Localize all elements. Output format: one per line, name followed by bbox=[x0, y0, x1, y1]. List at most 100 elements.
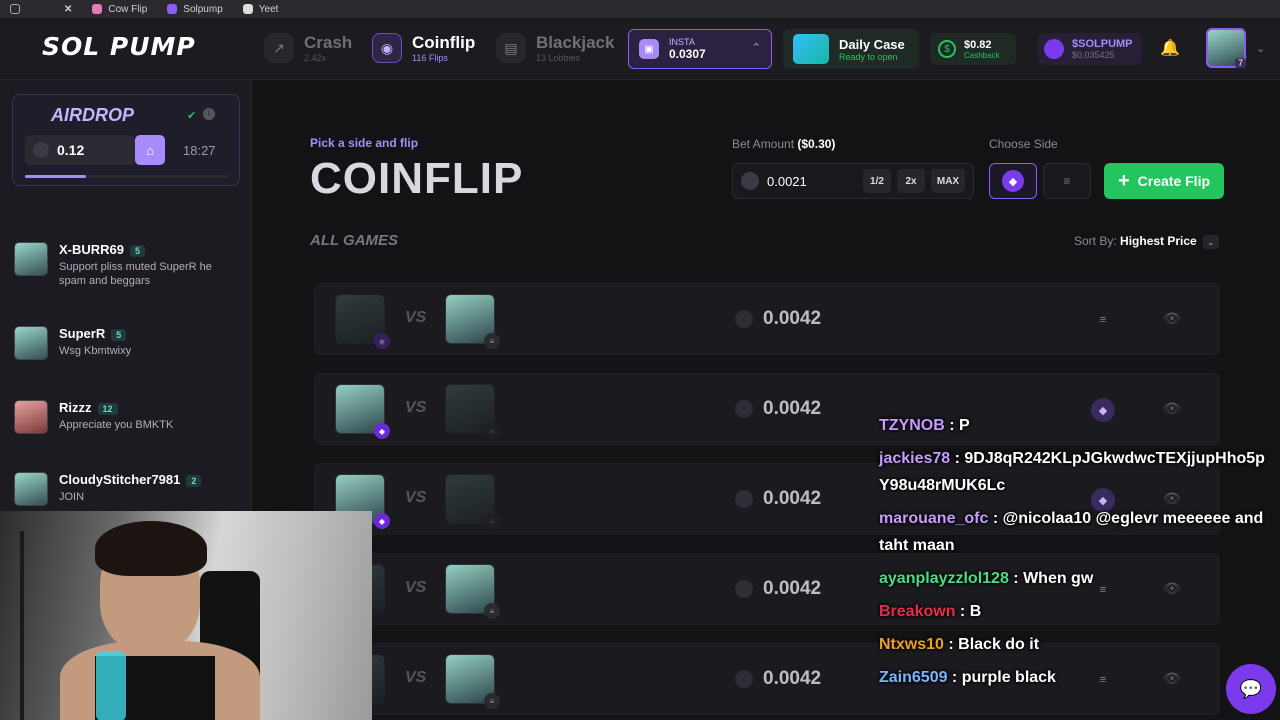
gift-icon: ⌂ bbox=[146, 142, 154, 158]
chest-icon bbox=[793, 34, 829, 64]
bet-amount-input[interactable]: 0.0021 bbox=[767, 174, 863, 189]
user-avatar[interactable]: 7 bbox=[1206, 28, 1246, 68]
create-flip-button[interactable]: + Create Flip bbox=[1104, 163, 1224, 199]
info-icon[interactable]: i bbox=[203, 108, 215, 120]
bookmark-x[interactable]: ✕ bbox=[64, 4, 72, 15]
bookmark-yeet[interactable]: Yeet bbox=[242, 4, 278, 15]
sort-dropdown[interactable]: Sort By: Highest Price ⌄ bbox=[1074, 234, 1219, 249]
stream-chat-overlay: TZYNOB : P jackies78 : 9DJ8qR242KLpJGkwd… bbox=[879, 412, 1274, 697]
daily-case-status: Ready to open bbox=[839, 51, 898, 62]
yeet-icon bbox=[242, 4, 253, 14]
stream-chat-text: Black do it bbox=[958, 636, 1040, 653]
stream-chat-text: B bbox=[969, 603, 982, 620]
bet-amount-label: Bet Amount ($0.30) bbox=[732, 137, 835, 151]
empty-player-slot[interactable]: ≡ bbox=[445, 384, 500, 439]
airdrop-title: AIRDROP bbox=[51, 105, 135, 125]
grid-icon bbox=[10, 4, 20, 14]
site-logo[interactable]: SOL PUMP bbox=[42, 32, 196, 61]
player-avatar[interactable]: ≡ bbox=[445, 294, 500, 349]
all-games-heading: ALL GAMES bbox=[310, 232, 399, 249]
logo-text: SOL PUMP bbox=[42, 32, 196, 61]
eye-icon[interactable]: 👁 bbox=[1163, 310, 1181, 327]
solpump-token-button[interactable]: $SOLPUMP $0.035425 bbox=[1038, 33, 1142, 65]
game-row[interactable]: ◆ VS ≡ 0.0042 ≡ 👁 bbox=[314, 283, 1220, 355]
chat-username[interactable]: CloudyStitcher7981 bbox=[59, 472, 180, 487]
coin-icon: ◉ bbox=[372, 33, 402, 63]
bookmark-grid[interactable] bbox=[10, 4, 26, 14]
stream-chat-line: jackies78 : 9DJ8qR242KLpJGkwdwcTEXjjupHh… bbox=[879, 450, 1265, 494]
game-value-text: 0.0042 bbox=[763, 668, 822, 689]
avatar[interactable] bbox=[14, 242, 48, 276]
empty-player-slot[interactable]: ≡ bbox=[445, 474, 500, 529]
cards-icon: ▤ bbox=[496, 33, 526, 63]
bookmark-label: Solpump bbox=[183, 3, 223, 15]
vs-label: VS bbox=[405, 309, 427, 326]
chat-text: JOIN bbox=[59, 491, 85, 503]
bell-icon[interactable]: 🔔 bbox=[1160, 38, 1180, 58]
black-coin-icon: ≡ bbox=[484, 423, 500, 439]
stream-chat-user: ayanplayzzlol128 bbox=[879, 570, 1009, 587]
chat-bubble-button[interactable]: 💬 bbox=[1226, 664, 1276, 714]
stream-chat-line: TZYNOB : P bbox=[879, 417, 970, 434]
player-avatar[interactable]: ≡ bbox=[445, 564, 500, 619]
nav-blackjack[interactable]: ▤ Blackjack 13 Lobbies bbox=[496, 28, 614, 68]
black-coin-icon: ≡ bbox=[1063, 174, 1071, 188]
nav-coinflip-title: Coinflip bbox=[412, 33, 476, 52]
vs-label: VS bbox=[405, 579, 427, 596]
chat-bubble-icon: 💬 bbox=[1239, 678, 1263, 699]
double-button[interactable]: 2x bbox=[897, 169, 925, 193]
chevron-up-icon: ⌃ bbox=[751, 42, 761, 54]
bookmark-cow-flip[interactable]: Cow Flip bbox=[92, 4, 147, 15]
game-value-text: 0.0042 bbox=[763, 398, 822, 419]
stream-chat-user: Zain6509 bbox=[879, 669, 948, 686]
nav-crash[interactable]: ↗ Crash 2.42x bbox=[264, 28, 352, 68]
player-avatar[interactable]: ◆ bbox=[335, 384, 390, 439]
user-level-badge: 7 bbox=[1234, 58, 1246, 68]
page-subtitle: Pick a side and flip bbox=[310, 136, 419, 150]
top-navigation: SOL PUMP ↗ Crash 2.42x ◉ Coinflip 116 Flip… bbox=[0, 18, 1280, 80]
check-icon: ✔ bbox=[187, 110, 197, 122]
game-value-text: 0.0042 bbox=[763, 578, 822, 599]
bookmark-solpump[interactable]: Solpump bbox=[167, 3, 223, 15]
chat-username[interactable]: Rizzz bbox=[59, 400, 92, 415]
stream-chat-user: jackies78 bbox=[879, 450, 951, 467]
airdrop-claim-button[interactable]: ⌂ bbox=[135, 135, 165, 165]
stream-chat-line: marouane_ofc : @nicolaa10 @eglevr meeeee… bbox=[879, 510, 1264, 554]
nav-coinflip[interactable]: ◉ Coinflip 116 Flips bbox=[372, 28, 475, 68]
player-avatar[interactable]: ≡ bbox=[445, 654, 500, 709]
chat-text: Wsg Kbmtwixy bbox=[59, 345, 132, 357]
solana-icon bbox=[735, 670, 753, 688]
side-black-button[interactable]: ≡ bbox=[1043, 163, 1091, 199]
avatar[interactable] bbox=[14, 472, 48, 506]
game-value: 0.0042 bbox=[735, 308, 821, 330]
airdrop-panel: AIRDROP ✔ i 0.12 ⌂ 18:27 bbox=[12, 94, 240, 186]
nav-crash-title: Crash bbox=[304, 33, 353, 52]
chat-level-badge: 5 bbox=[111, 328, 127, 341]
daily-case-title: Daily Case bbox=[839, 36, 905, 52]
max-button[interactable]: MAX bbox=[931, 169, 965, 193]
bet-amount-field[interactable]: 0.0021 1/2 2x MAX bbox=[732, 163, 974, 199]
chat-username[interactable]: SuperR bbox=[59, 326, 105, 341]
chevron-down-icon[interactable]: ⌄ bbox=[1256, 42, 1265, 55]
chat-text: Support pliss muted SuperR he spam and b… bbox=[59, 261, 212, 287]
avatar[interactable] bbox=[14, 400, 48, 434]
chat-text: Appreciate you BMKTK bbox=[59, 419, 174, 431]
half-button[interactable]: 1/2 bbox=[863, 169, 891, 193]
insta-balance-dropdown[interactable]: ▣ INSTA 0.0307 ⌃ bbox=[628, 29, 772, 69]
daily-case-button[interactable]: Daily Case Ready to open bbox=[783, 29, 919, 69]
nav-coinflip-sub: 116 Flips bbox=[412, 53, 448, 63]
vs-label: VS bbox=[405, 669, 427, 686]
purple-coin-icon: ◆ bbox=[374, 513, 390, 529]
nav-blackjack-sub: 13 Lobbies bbox=[536, 53, 581, 63]
stream-chat-text: purple black bbox=[961, 669, 1056, 686]
empty-player-slot[interactable]: ◆ bbox=[335, 294, 390, 349]
nav-crash-sub: 2.42x bbox=[304, 53, 327, 63]
stream-chat-user: marouane_ofc bbox=[879, 510, 989, 527]
side-purple-button[interactable]: ◆ bbox=[989, 163, 1037, 199]
cashback-button[interactable]: $ $0.82 Cashback bbox=[930, 33, 1016, 65]
stream-chat-user: Ntxws10 bbox=[879, 636, 944, 653]
sort-label: Sort By: bbox=[1074, 234, 1117, 248]
nav-blackjack-title: Blackjack bbox=[536, 33, 615, 52]
avatar[interactable] bbox=[14, 326, 48, 360]
chat-username[interactable]: X-BURR69 bbox=[59, 242, 124, 257]
